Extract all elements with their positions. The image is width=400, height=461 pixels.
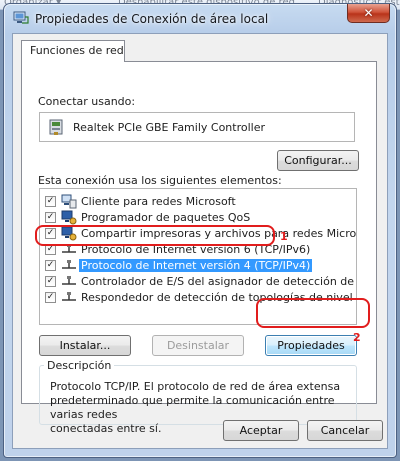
properties-button[interactable]: Propiedades — [265, 335, 357, 356]
configure-button[interactable]: Configurar... — [277, 150, 359, 171]
list-item[interactable]: ✓ Programador de paquetes QoS — [40, 210, 356, 226]
close-button[interactable]: ✕ — [347, 4, 390, 23]
checkbox[interactable]: ✓ — [45, 292, 56, 303]
list-item-label: Compartir impresoras y archivos para red… — [81, 227, 357, 240]
connect-using-label: Conectar usando: — [38, 95, 136, 108]
list-item[interactable]: ✓ Protocolo de Internet versión 6 (TCP/I… — [40, 242, 356, 258]
tab-funciones-de-red[interactable]: Funciones de red — [21, 40, 125, 62]
list-item-label: Protocolo de Internet versión 4 (TCP/IPv… — [79, 259, 313, 272]
list-item-label: Controlador de E/S del asignador de dete… — [81, 275, 356, 288]
list-item[interactable]: ✓ Respondedor de detección de topologías… — [40, 290, 356, 306]
components-list[interactable]: ✓ Cliente para redes Microsoft ✓ Program… — [39, 188, 357, 325]
uninstall-button[interactable]: Desinstalar — [152, 335, 244, 356]
network-protocol-icon — [62, 292, 76, 301]
list-item-selected[interactable]: ✓ Protocolo de Internet versión 4 (TCP/I… — [40, 258, 356, 274]
cancel-button[interactable]: Cancelar — [307, 420, 383, 441]
list-item[interactable]: ✓ Compartir impresoras y archivos para r… — [40, 226, 356, 242]
checkbox[interactable]: ✓ — [45, 196, 56, 207]
list-item-label: Programador de paquetes QoS — [81, 211, 251, 224]
network-connection-icon — [13, 11, 29, 24]
network-client-icon — [61, 194, 77, 209]
list-item[interactable]: ✓ Cliente para redes Microsoft — [40, 194, 356, 210]
checkbox[interactable]: ✓ — [45, 276, 56, 287]
checkbox[interactable]: ✓ — [45, 244, 56, 255]
network-protocol-icon — [62, 276, 76, 285]
network-protocol-icon — [62, 260, 76, 269]
network-service-icon — [61, 226, 77, 241]
accept-button[interactable]: Aceptar — [223, 420, 299, 441]
list-item[interactable]: ✓ Controlador de E/S del asignador de de… — [40, 274, 356, 290]
network-adapter-icon — [49, 119, 63, 135]
install-button[interactable]: Instalar... — [39, 335, 131, 356]
tab-panel: Conectar usando: Realtek PCIe GBE Family… — [21, 61, 377, 435]
dialog-client-area: Funciones de red Conectar usando: Realte… — [12, 33, 388, 449]
description-legend: Descripción — [44, 359, 115, 372]
adapter-name: Realtek PCIe GBE Family Controller — [73, 121, 266, 134]
list-item-label: Cliente para redes Microsoft — [81, 195, 236, 208]
checkbox[interactable]: ✓ — [45, 260, 56, 271]
network-protocol-icon — [62, 244, 76, 253]
checkbox[interactable]: ✓ — [45, 228, 56, 239]
description-text: Protocolo TCP/IP. El protocolo de red de… — [50, 380, 341, 435]
annotation-marker-1: 1 — [280, 230, 288, 243]
items-section-label: Esta conexión usa los siguientes element… — [38, 174, 282, 187]
annotation-marker-2: 2 — [353, 331, 361, 344]
list-item-label: Respondedor de detección de topologías d… — [81, 291, 356, 304]
network-service-icon — [61, 210, 77, 225]
properties-dialog: Propiedades de Conexión de área local ✕ … — [3, 3, 397, 458]
checkbox[interactable]: ✓ — [45, 212, 56, 223]
list-item-label: Protocolo de Internet versión 6 (TCP/IPv… — [81, 243, 311, 256]
adapter-field: Realtek PCIe GBE Family Controller — [39, 112, 355, 142]
dialog-title: Propiedades de Conexión de área local — [35, 12, 269, 26]
